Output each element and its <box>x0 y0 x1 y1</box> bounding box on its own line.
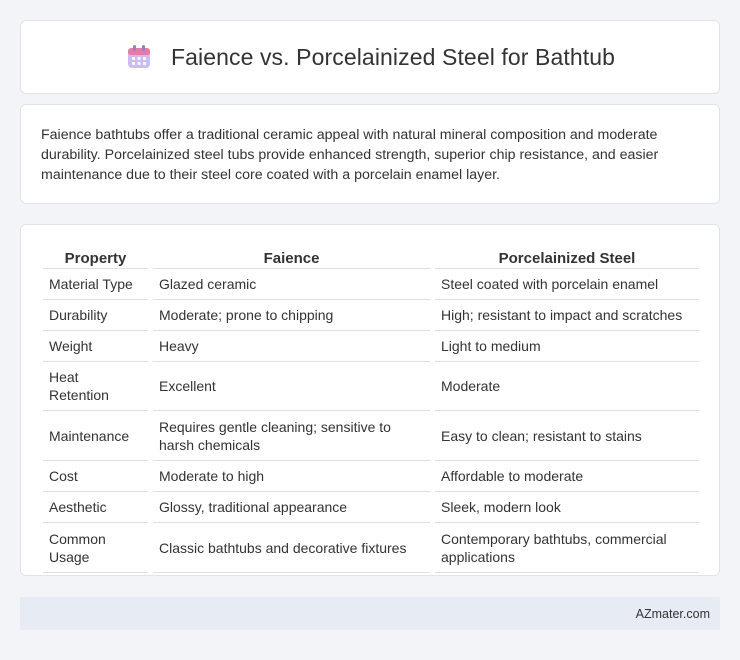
table-row: Durability Moderate; prone to chipping H… <box>43 300 699 331</box>
cell-faience: Moderate; prone to chipping <box>153 300 430 331</box>
calendar-icon <box>125 43 153 71</box>
cell-steel: Sleek, modern look <box>435 492 699 523</box>
cell-faience: Glazed ceramic <box>153 269 430 300</box>
header-faience: Faience <box>153 247 430 269</box>
cell-steel: Moderate <box>435 362 699 411</box>
footer-bar: AZmater.com <box>20 597 720 630</box>
table-row: Common Usage Classic bathtubs and decora… <box>43 523 699 573</box>
page-title: Faience vs. Porcelainized Steel for Bath… <box>170 43 616 70</box>
cell-steel: Easy to clean; resistant to stains <box>435 411 699 461</box>
table-row: Maintenance Requires gentle cleaning; se… <box>43 411 699 461</box>
cell-steel: Contemporary bathtubs, commercial applic… <box>435 523 699 573</box>
footer-brand[interactable]: AZmater.com <box>636 607 710 621</box>
cell-property: Material Type <box>43 269 148 300</box>
cell-property: Cost <box>43 461 148 492</box>
cell-property: Common Usage <box>43 523 148 573</box>
table-row: Heat Retention Excellent Moderate <box>43 362 699 411</box>
comparison-card: Property Faience Porcelainized Steel Mat… <box>20 224 720 576</box>
cell-steel: Affordable to moderate <box>435 461 699 492</box>
cell-faience: Classic bathtubs and decorative fixtures <box>153 523 430 573</box>
cell-faience: Glossy, traditional appearance <box>153 492 430 523</box>
table-row: Aesthetic Glossy, traditional appearance… <box>43 492 699 523</box>
cell-faience: Requires gentle cleaning; sensitive to h… <box>153 411 430 461</box>
table-header-row: Property Faience Porcelainized Steel <box>43 247 699 269</box>
cell-property: Aesthetic <box>43 492 148 523</box>
summary-text: Faience bathtubs offer a traditional cer… <box>41 127 659 183</box>
header-property: Property <box>43 247 148 269</box>
table-row: Cost Moderate to high Affordable to mode… <box>43 461 699 492</box>
cell-steel: High; resistant to impact and scratches <box>435 300 699 331</box>
table-row: Material Type Glazed ceramic Steel coate… <box>43 269 699 300</box>
summary-card: Faience bathtubs offer a traditional cer… <box>20 104 720 204</box>
table-row: Weight Heavy Light to medium <box>43 331 699 362</box>
cell-faience: Excellent <box>153 362 430 411</box>
cell-steel: Light to medium <box>435 331 699 362</box>
cell-property: Heat Retention <box>43 362 148 411</box>
cell-faience: Moderate to high <box>153 461 430 492</box>
cell-property: Maintenance <box>43 411 148 461</box>
comparison-table: Property Faience Porcelainized Steel Mat… <box>38 247 704 573</box>
cell-property: Weight <box>43 331 148 362</box>
cell-property: Durability <box>43 300 148 331</box>
title-card: Faience vs. Porcelainized Steel for Bath… <box>20 20 720 94</box>
cell-steel: Steel coated with porcelain enamel <box>435 269 699 300</box>
header-porcelainized-steel: Porcelainized Steel <box>435 247 699 269</box>
cell-faience: Heavy <box>153 331 430 362</box>
